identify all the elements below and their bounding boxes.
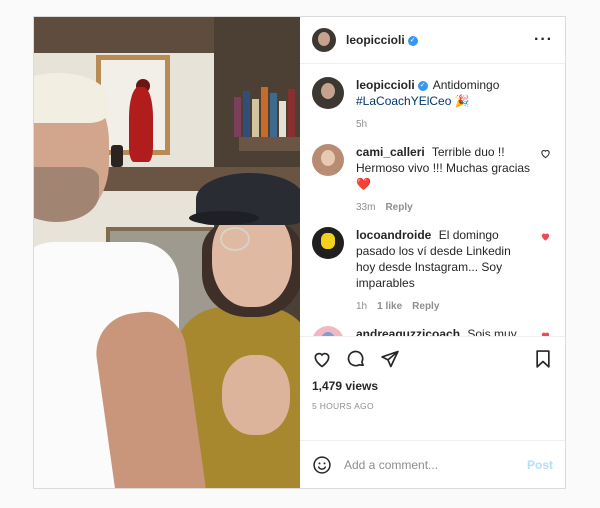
liked-heart-icon[interactable]: [540, 231, 551, 242]
post-video[interactable]: [34, 17, 300, 488]
post-header: leopiccioli ✓ ···: [300, 17, 565, 64]
avatar[interactable]: [312, 326, 344, 336]
comment-likes[interactable]: 1 like: [377, 301, 402, 312]
list-item: andreaguzzicoach Sois muy súper top! 👏👏👏…: [312, 326, 553, 336]
caption-hashtag[interactable]: #LaCoachYElCeo: [356, 94, 451, 108]
caption-text: Antidomingo: [432, 78, 500, 92]
like-comment-heart-icon[interactable]: [540, 148, 551, 159]
emoji-smiley-icon[interactable]: [312, 455, 332, 475]
share-paper-plane-icon[interactable]: [380, 349, 400, 369]
verified-badge-icon: ✓: [407, 35, 418, 46]
post-timestamp[interactable]: 5 HOURS AGO: [312, 401, 553, 411]
instagram-post: leopiccioli ✓ ··· leopiccioli ✓ Antidomingo…: [33, 16, 566, 489]
post-details-panel: leopiccioli ✓ ··· leopiccioli ✓ Antidomingo…: [300, 17, 565, 488]
party-emoji: 🎉: [454, 94, 470, 108]
caption-username[interactable]: leopiccioli: [356, 78, 415, 92]
more-options-icon[interactable]: ···: [534, 31, 553, 49]
view-count[interactable]: 1,479 views: [312, 379, 553, 393]
caption-time[interactable]: 5h: [356, 119, 367, 130]
like-heart-icon[interactable]: [312, 349, 332, 369]
verified-badge-icon: ✓: [417, 80, 428, 91]
post-actions: 1,479 views 5 HOURS AGO: [300, 336, 565, 440]
comment-bubble-icon[interactable]: [346, 349, 366, 369]
comment-username[interactable]: cami_calleri: [356, 145, 425, 159]
reply-button[interactable]: Reply: [385, 202, 412, 213]
bookmark-save-icon[interactable]: [533, 349, 553, 369]
comment-username[interactable]: andreaguzzicoach: [356, 327, 460, 336]
bookshelf-books: [234, 77, 300, 137]
avatar[interactable]: [312, 144, 344, 176]
liked-heart-icon[interactable]: [540, 330, 551, 336]
avatar[interactable]: [312, 77, 344, 109]
header-username[interactable]: leopiccioli: [346, 33, 405, 47]
post-comment-button[interactable]: Post: [527, 458, 553, 472]
comments-list[interactable]: leopiccioli ✓ Antidomingo #LaCoachYElCeo 🎉…: [300, 64, 565, 336]
red-statue: [129, 87, 153, 162]
list-item: cami_calleri Terrible duo !! Hermoso viv…: [312, 144, 553, 213]
avatar[interactable]: [312, 227, 344, 259]
caption: leopiccioli ✓ Antidomingo #LaCoachYElCeo 🎉…: [312, 77, 553, 130]
avatar[interactable]: [312, 28, 336, 52]
comment-time[interactable]: 33m: [356, 202, 375, 213]
comment-username[interactable]: locoandroide: [356, 228, 431, 242]
comment-input[interactable]: [344, 457, 515, 472]
add-comment-bar: Post: [300, 440, 565, 488]
comment-time[interactable]: 1h: [356, 301, 367, 312]
reply-button[interactable]: Reply: [412, 301, 439, 312]
list-item: locoandroide El domingo pasado los ví de…: [312, 227, 553, 312]
